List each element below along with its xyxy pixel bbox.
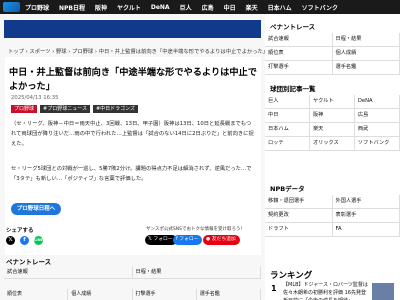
article-tags: プロ野球 #プロ野球ニュース #中日ドラゴンズ	[11, 105, 139, 113]
link-cell[interactable]: ドラフト	[265, 223, 333, 236]
share-label: シェアする	[6, 228, 34, 234]
link-cell[interactable]: FA	[333, 223, 400, 236]
nav-item[interactable]: DeNA	[151, 4, 170, 11]
team-link[interactable]: ロッテ	[265, 137, 310, 150]
link-cell[interactable]: 順位表	[4, 289, 69, 300]
nav-item[interactable]: 広島	[202, 3, 214, 12]
nav-items: プロ野球 NPB日程 阪神 ヤクルト DeNA 巨人 広島 中日 楽天 日本ハム…	[25, 0, 338, 14]
follow-prompt: サンスポ公式SNSでおトクな情報を受け取ろう！	[146, 227, 245, 232]
team-link[interactable]: 広島	[355, 109, 400, 122]
link-cell[interactable]: 選手名鑑	[197, 289, 261, 300]
team-link[interactable]: 中日	[265, 109, 310, 122]
follow-label: 友だち追加	[211, 237, 236, 242]
nav-item[interactable]: 中日	[224, 3, 236, 12]
ranking-number: 1	[271, 284, 277, 293]
nav-item[interactable]: 巨人	[180, 3, 192, 12]
bottom-section-title: ペナントレース	[6, 258, 52, 266]
link-cell[interactable]: 契約更改	[265, 209, 333, 222]
link-cell[interactable]: 移籍・退団選手	[265, 195, 333, 208]
follow-label: フォロー	[153, 237, 173, 242]
ranking-item-text[interactable]: 【MLB】ドジャース・ロバーツ監督は佐々木朗希の初勝利を評価 16先発登板目前に…	[283, 281, 369, 300]
npb-links: 移籍・退団選手 外国人選手 契約更改 表彰選手 ドラフト FA	[265, 195, 400, 237]
nav-item[interactable]: NPB日程	[59, 3, 85, 12]
team-link[interactable]: DeNA	[355, 95, 400, 108]
article-paragraph: （セ・リーグ、阪神－中日＝雨天中止、3回戦、13日、甲子園）阪神は13日、10日…	[11, 121, 254, 147]
link-cell[interactable]: 選手名鑑	[333, 61, 400, 74]
team-link[interactable]: ヤクルト	[310, 95, 355, 108]
article-title: 中日・井上監督は前向き「中途半端な形でやるよりは中止でよかった」	[9, 67, 257, 92]
tag-badge[interactable]: プロ野球	[11, 105, 38, 113]
schedule-link-button[interactable]: プロ野球日程へ	[11, 203, 61, 215]
nav-item[interactable]: プロ野球	[25, 3, 49, 12]
link-cell[interactable]: 個人成績	[68, 289, 133, 300]
teams-title: 球団別記事一覧	[270, 85, 316, 93]
team-link[interactable]: 阪神	[310, 109, 355, 122]
nav-item[interactable]: ヤクルト	[117, 3, 141, 12]
site-logo[interactable]	[3, 2, 20, 12]
link-cell[interactable]: 表彰選手	[333, 209, 400, 222]
article-paragraph: セ・リーグ5球団との対戦が一巡し、5勝7敗2分け。課題の得点力不足は解消されず、…	[11, 166, 252, 182]
tag-badge[interactable]: #中日ドラゴンズ	[92, 105, 139, 113]
x-follow-button[interactable]: 𝕏 フォロー	[145, 235, 177, 245]
article-date: 2025/04/13 16:35	[11, 95, 59, 101]
breadcrumb[interactable]: トップ › スポーツ › 野球 › プロ野球 › 中日・井上監督は前向き「中途半…	[8, 47, 268, 55]
link-cell[interactable]: 外国人選手	[333, 195, 400, 208]
bottom-link-row: 順位表 個人成績 打撃選手 選手名鑑	[4, 289, 261, 300]
nav-item[interactable]: 阪神	[95, 3, 107, 12]
link-cell[interactable]: 個人成績	[333, 47, 400, 60]
bottom-link-grid: 試合速報 日程・結果	[4, 266, 261, 279]
team-link[interactable]: ソフトバンク	[355, 137, 400, 150]
ranking-title: ランキング	[270, 271, 313, 281]
link-cell[interactable]: 順位表	[265, 47, 333, 60]
link-cell[interactable]: 試合速報	[265, 33, 333, 46]
nav-item[interactable]: ソフトバンク	[302, 3, 338, 12]
ranking-thumbnail[interactable]	[372, 283, 394, 300]
follow-label: フォロー	[179, 237, 199, 242]
link-cell[interactable]: 打撃選手	[265, 61, 333, 74]
pennant-title: ペナントレース	[270, 23, 316, 31]
link-cell[interactable]: 日程・結果	[133, 266, 261, 278]
x-share-icon[interactable]: 𝕏	[6, 236, 15, 245]
line-friend-button[interactable]: ● 友だち追加	[203, 235, 240, 245]
team-link[interactable]: 日本ハム	[265, 123, 310, 136]
npb-title: NPBデータ	[270, 185, 305, 193]
team-link[interactable]: 楽天	[310, 123, 355, 136]
link-cell[interactable]: 試合速報	[4, 266, 133, 278]
team-link[interactable]: オリックス	[310, 137, 355, 150]
line-share-icon[interactable]: LINE	[34, 236, 43, 245]
team-link[interactable]: 西武	[355, 123, 400, 136]
team-links: 巨人 ヤクルト DeNA 中日 阪神 広島 日本ハム 楽天 西武 ロッテ オリッ…	[265, 95, 400, 151]
nav-item[interactable]: 楽天	[246, 3, 258, 12]
facebook-follow-button[interactable]: f フォロー	[173, 235, 203, 245]
top-nav: プロ野球 NPB日程 阪神 ヤクルト DeNA 巨人 広島 中日 楽天 日本ハム…	[0, 0, 400, 14]
banner-ad[interactable]	[4, 20, 261, 38]
tag-badge[interactable]: #プロ野球ニュース	[40, 105, 90, 113]
pennant-links: 試合速報 日程・結果 順位表 個人成績 打撃選手 選手名鑑	[265, 33, 400, 75]
link-cell[interactable]: 日程・結果	[333, 33, 400, 46]
facebook-share-icon[interactable]: f	[20, 236, 29, 245]
nav-item[interactable]: 日本ハム	[268, 3, 292, 12]
team-link[interactable]: 巨人	[265, 95, 310, 108]
link-cell[interactable]: 打撃選手	[133, 289, 197, 300]
